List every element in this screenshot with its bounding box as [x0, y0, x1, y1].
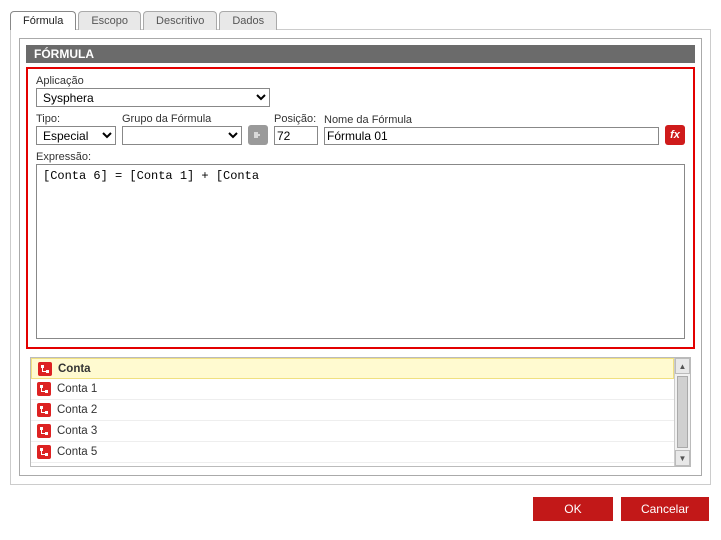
tab-bar: Fórmula Escopo Descritivo Dados [10, 11, 711, 30]
group-action-icon[interactable] [248, 125, 268, 145]
label-aplicacao: Aplicação [36, 75, 270, 87]
label-expressao: Expressão: [36, 151, 685, 163]
list-item[interactable]: Conta [31, 358, 674, 379]
ok-button[interactable]: OK [533, 497, 613, 521]
list-item-label: Conta 1 [57, 383, 97, 395]
list-item[interactable]: Conta 3 [31, 421, 674, 442]
fx-icon[interactable]: fx [665, 125, 685, 145]
list-item[interactable]: Conta 2 [31, 400, 674, 421]
panel-header: FÓRMULA [26, 45, 695, 63]
select-grupo[interactable] [122, 126, 242, 145]
tab-dados[interactable]: Dados [219, 11, 277, 30]
scroll-up-icon[interactable]: ▲ [675, 358, 690, 374]
input-posicao[interactable] [274, 126, 318, 145]
select-tipo[interactable]: Especial [36, 126, 116, 145]
cancel-button[interactable]: Cancelar [621, 497, 709, 521]
label-nome: Nome da Fórmula [324, 114, 659, 126]
input-nome[interactable] [324, 127, 659, 145]
list-item-label: Conta 5 [57, 446, 97, 458]
list-item-label: Conta 3 [57, 425, 97, 437]
highlight-frame: Aplicação Sysphera Tipo: Especial Grupo … [26, 67, 695, 349]
scroll-thumb[interactable] [677, 376, 688, 448]
account-list: Conta Conta 1 Conta 2 [30, 357, 691, 467]
tab-escopo[interactable]: Escopo [78, 11, 141, 30]
tab-descritivo[interactable]: Descritivo [143, 11, 217, 30]
hierarchy-icon [37, 445, 51, 459]
label-grupo: Grupo da Fórmula [122, 113, 242, 125]
list-item[interactable]: Conta 1 [31, 379, 674, 400]
list-item[interactable]: Conta 5 [31, 442, 674, 463]
list-item-label: Conta 2 [57, 404, 97, 416]
list-item-label: Conta [58, 363, 91, 375]
hierarchy-icon [37, 382, 51, 396]
select-aplicacao[interactable]: Sysphera [36, 88, 270, 107]
hierarchy-icon [38, 362, 52, 376]
textarea-expressao[interactable]: [Conta 6] = [Conta 1] + [Conta [36, 164, 685, 339]
label-tipo: Tipo: [36, 113, 116, 125]
label-posicao: Posição: [274, 113, 318, 125]
hierarchy-icon [37, 424, 51, 438]
panel-container: FÓRMULA Aplicação Sysphera Tipo: Especia… [10, 29, 711, 485]
formula-panel: FÓRMULA Aplicação Sysphera Tipo: Especia… [19, 38, 702, 476]
list-scrollbar[interactable]: ▲ ▼ [674, 358, 690, 466]
tab-formula[interactable]: Fórmula [10, 11, 76, 30]
account-list-inner: Conta Conta 1 Conta 2 [31, 358, 674, 466]
hierarchy-icon [37, 403, 51, 417]
scroll-down-icon[interactable]: ▼ [675, 450, 690, 466]
